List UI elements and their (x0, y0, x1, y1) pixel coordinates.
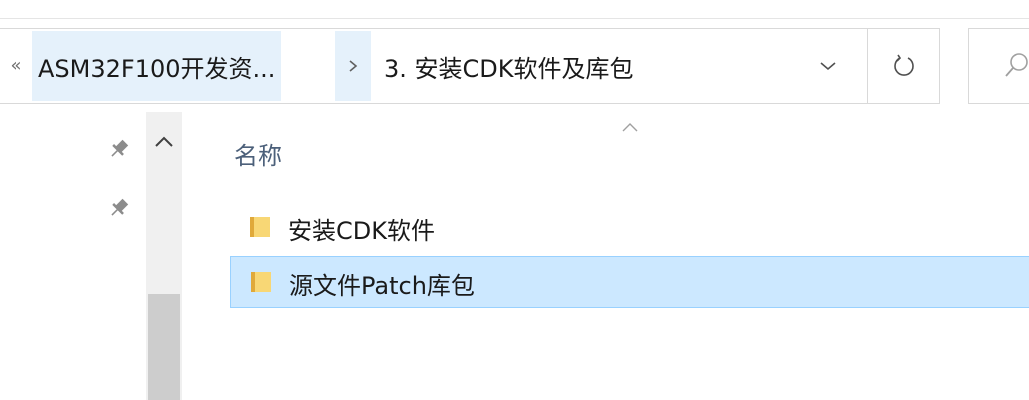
list-item[interactable]: 安装CDK软件 (230, 202, 1029, 254)
refresh-icon (893, 54, 914, 76)
folder-icon (246, 213, 274, 241)
list-item-label: 安装CDK软件 (288, 217, 435, 245)
search-icon (1005, 53, 1028, 77)
address-history-dropdown[interactable] (798, 29, 858, 103)
search-input[interactable] (968, 28, 1029, 104)
breadcrumb-item-parent[interactable]: ASM32F100开发资... (32, 31, 282, 101)
scroll-thumb[interactable] (148, 294, 180, 400)
file-explorer-window: « ASM32F100开发资... 3. 安装CDK软件及库包 名称 安装CDK… (0, 0, 1029, 400)
folder-icon (247, 268, 275, 296)
chevron-right-icon[interactable] (335, 31, 371, 101)
pin-icon[interactable] (106, 195, 132, 221)
refresh-button[interactable] (868, 28, 940, 104)
list-item-label: 源文件Patch库包 (289, 272, 475, 300)
breadcrumb-overflow-button[interactable]: « (4, 51, 28, 81)
chevron-up-icon (155, 136, 173, 147)
breadcrumb-item-current[interactable]: 3. 安装CDK软件及库包 (384, 31, 634, 101)
list-item[interactable]: 源文件Patch库包 (230, 256, 1029, 308)
scroll-up-button[interactable] (146, 120, 182, 164)
breadcrumb-item-current-label: 3. 安装CDK软件及库包 (384, 54, 634, 83)
address-bar[interactable]: « ASM32F100开发资... 3. 安装CDK软件及库包 (0, 28, 868, 104)
ribbon-edge (0, 0, 1029, 19)
pin-icon[interactable] (106, 136, 132, 162)
chevron-down-icon (820, 62, 836, 71)
sort-ascending-icon (620, 118, 640, 132)
column-header-name[interactable]: 名称 (234, 136, 282, 171)
breadcrumb-item-parent-label: ASM32F100开发资... (38, 54, 276, 83)
